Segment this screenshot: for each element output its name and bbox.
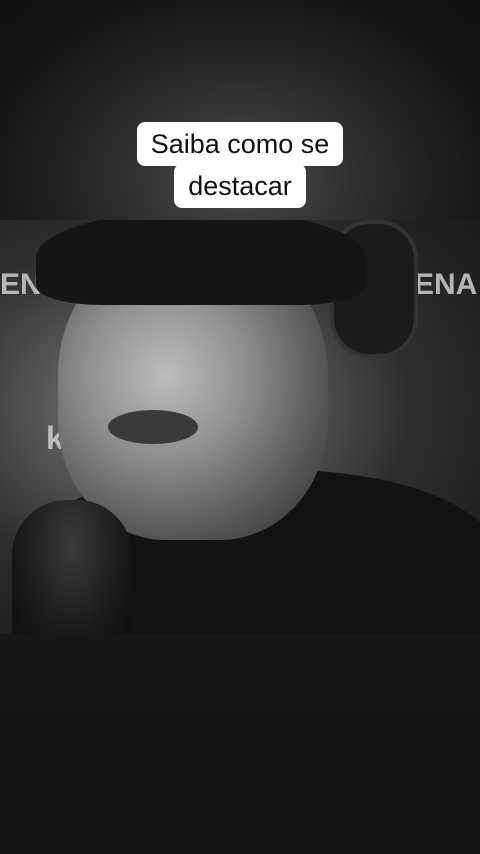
video-screen[interactable]: Saiba como se destacar ENA ENA ko <box>0 0 480 854</box>
person-cap <box>36 220 366 305</box>
caption-line-1: Saiba como se <box>136 122 344 166</box>
microphone-icon <box>12 500 132 634</box>
video-caption: Saiba como se destacar <box>0 122 480 208</box>
video-frame[interactable]: ENA ENA ko <box>0 220 480 634</box>
backdrop-logo-right: ENA <box>414 268 478 301</box>
bottom-background <box>0 634 480 854</box>
person-mouth <box>108 410 198 444</box>
caption-line-2: destacar <box>174 164 306 208</box>
